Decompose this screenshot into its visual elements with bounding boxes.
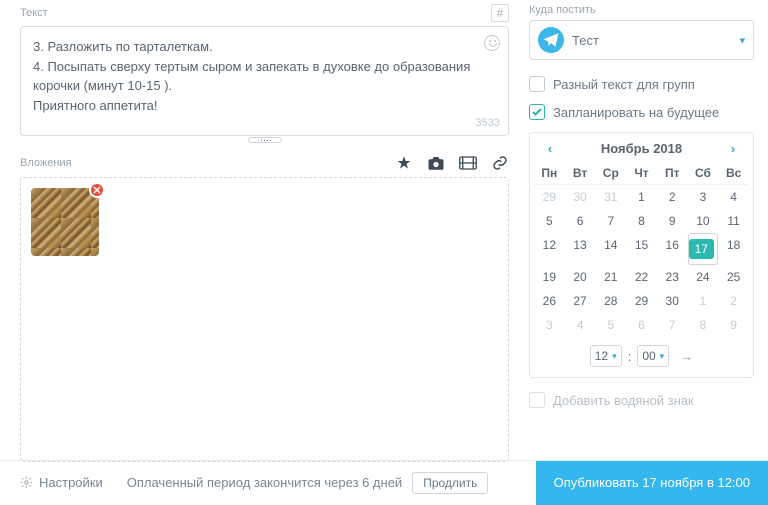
char-counter: 3533: [476, 115, 500, 132]
link-icon[interactable]: [491, 155, 509, 171]
footer-bar: Настройки Оплаченный период закончится ч…: [0, 460, 768, 504]
cal-day[interactable]: 2: [657, 185, 688, 209]
cal-day[interactable]: 15: [626, 233, 657, 265]
cal-day[interactable]: 23: [657, 265, 688, 289]
calendar: ‹ Ноябрь 2018 › ПнВтСрЧтПтСбВс2930311234…: [529, 132, 754, 378]
cal-day[interactable]: 26: [534, 289, 565, 313]
cal-day-header: Пн: [534, 162, 565, 185]
cal-day[interactable]: 7: [595, 209, 626, 233]
camera-icon[interactable]: [427, 155, 445, 171]
cal-day[interactable]: 12: [534, 233, 565, 265]
destination-label: Куда постить: [529, 4, 596, 16]
destination-select[interactable]: Тест ▾: [529, 20, 754, 60]
cal-day[interactable]: 28: [595, 289, 626, 313]
post-text-area[interactable]: 3. Разложить по тарталеткам. 4. Посыпать…: [20, 26, 509, 136]
cal-day[interactable]: 6: [565, 209, 596, 233]
cal-day[interactable]: 13: [565, 233, 596, 265]
cal-day[interactable]: 6: [626, 313, 657, 337]
star-icon[interactable]: [395, 155, 413, 171]
cal-day-header: Чт: [626, 162, 657, 185]
chevron-down-icon: ▾: [739, 34, 745, 47]
cal-day-header: Ср: [595, 162, 626, 185]
cal-day[interactable]: 30: [565, 185, 596, 209]
cal-day[interactable]: 14: [595, 233, 626, 265]
text-section-label: Текст: [20, 7, 48, 19]
resize-handle[interactable]: [20, 135, 509, 145]
settings-link[interactable]: Настройки: [39, 475, 103, 490]
diff-text-checkbox-row[interactable]: Разный текст для групп: [529, 76, 754, 92]
cal-day[interactable]: 9: [718, 313, 749, 337]
cal-day[interactable]: 4: [565, 313, 596, 337]
extend-button[interactable]: Продлить: [412, 472, 488, 494]
telegram-icon: [538, 27, 564, 53]
cal-title: Ноябрь 2018: [601, 141, 682, 156]
cal-day[interactable]: 7: [657, 313, 688, 337]
hashtag-button[interactable]: #: [491, 4, 509, 22]
delete-attachment-icon[interactable]: ✕: [89, 182, 105, 198]
watermark-checkbox[interactable]: [529, 392, 545, 408]
cal-day[interactable]: 29: [626, 289, 657, 313]
cal-day[interactable]: 1: [626, 185, 657, 209]
cal-day[interactable]: 17: [688, 233, 719, 265]
cal-day-header: Пт: [657, 162, 688, 185]
gear-icon: [20, 476, 33, 489]
cal-day[interactable]: 31: [595, 185, 626, 209]
cal-day[interactable]: 2: [718, 289, 749, 313]
cal-next[interactable]: ›: [725, 141, 741, 156]
cal-prev[interactable]: ‹: [542, 141, 558, 156]
cal-day[interactable]: 1: [688, 289, 719, 313]
cal-day[interactable]: 3: [534, 313, 565, 337]
publish-button[interactable]: Опубликовать 17 ноября в 12:00: [536, 461, 768, 505]
diff-text-checkbox[interactable]: [529, 76, 545, 92]
attachments-label: Вложения: [20, 157, 72, 169]
minute-select[interactable]: 00▾: [637, 345, 669, 367]
attachment-thumb[interactable]: ✕: [31, 188, 99, 256]
video-icon[interactable]: [459, 155, 477, 171]
cal-day-header: Сб: [688, 162, 719, 185]
cal-day[interactable]: 3: [688, 185, 719, 209]
hour-select[interactable]: 12▾: [590, 345, 622, 367]
paid-period-text: Оплаченный период закончится через 6 дне…: [127, 475, 402, 490]
cal-day-header: Вт: [565, 162, 596, 185]
cal-day[interactable]: 30: [657, 289, 688, 313]
cal-day[interactable]: 4: [718, 185, 749, 209]
cal-day[interactable]: 22: [626, 265, 657, 289]
cal-day[interactable]: 10: [688, 209, 719, 233]
time-confirm-icon[interactable]: →: [679, 348, 693, 364]
cal-day[interactable]: 9: [657, 209, 688, 233]
schedule-checkbox-row[interactable]: Запланировать на будущее: [529, 104, 754, 120]
cal-day[interactable]: 25: [718, 265, 749, 289]
cal-day[interactable]: 29: [534, 185, 565, 209]
cal-day[interactable]: 5: [595, 313, 626, 337]
watermark-checkbox-row[interactable]: Добавить водяной знак: [529, 392, 754, 408]
cal-day[interactable]: 16: [657, 233, 688, 265]
cal-day[interactable]: 11: [718, 209, 749, 233]
cal-day[interactable]: 21: [595, 265, 626, 289]
cal-day[interactable]: 27: [565, 289, 596, 313]
cal-day[interactable]: 8: [688, 313, 719, 337]
cal-day[interactable]: 24: [688, 265, 719, 289]
attachments-dropzone[interactable]: ✕: [20, 177, 509, 462]
cal-day-header: Вс: [718, 162, 749, 185]
cal-day[interactable]: 20: [565, 265, 596, 289]
schedule-checkbox[interactable]: [529, 104, 545, 120]
cal-day[interactable]: 8: [626, 209, 657, 233]
cal-day[interactable]: 19: [534, 265, 565, 289]
destination-value: Тест: [572, 33, 599, 48]
post-text-content: 3. Разложить по тарталеткам. 4. Посыпать…: [33, 37, 496, 115]
cal-day[interactable]: 5: [534, 209, 565, 233]
cal-day[interactable]: 18: [718, 233, 749, 265]
emoji-icon[interactable]: [484, 35, 500, 51]
